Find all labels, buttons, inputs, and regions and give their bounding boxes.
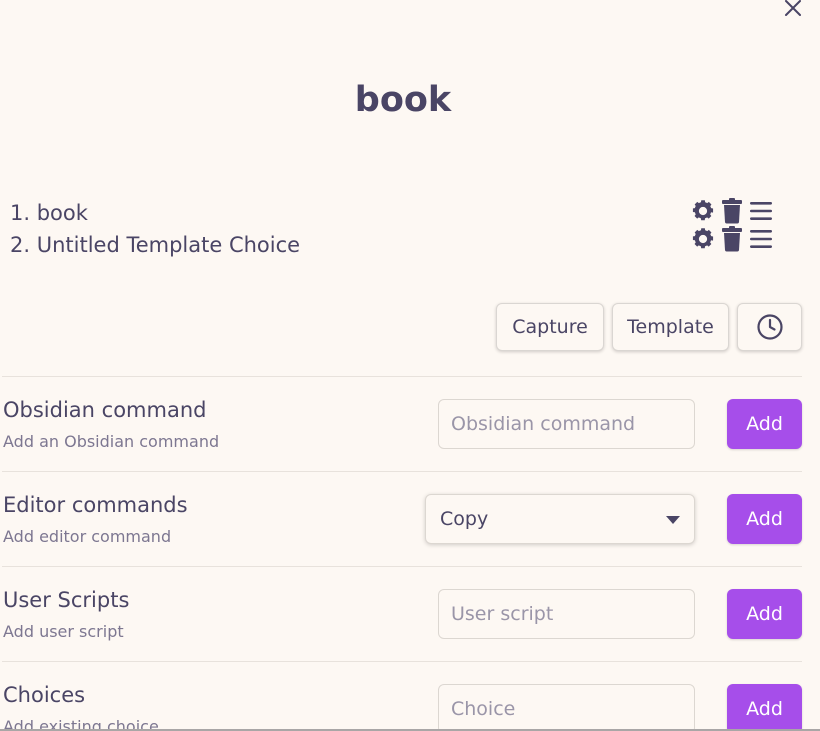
- add-choice-type-buttons: Capture Template: [496, 303, 802, 351]
- choice-input[interactable]: [438, 684, 695, 731]
- macro-command-actions: [688, 197, 775, 225]
- setting-choices: Choices Add existing choice Add: [2, 661, 802, 731]
- add-user-script-button[interactable]: Add: [727, 589, 802, 639]
- setting-description: Add editor command: [3, 527, 172, 546]
- setting-name: Obsidian command: [3, 398, 207, 422]
- setting-name: Editor commands: [3, 493, 188, 517]
- macro-command-item: 2. Untitled Template Choice: [10, 226, 780, 261]
- gear-icon[interactable]: [688, 225, 717, 253]
- capture-button[interactable]: Capture: [496, 303, 604, 351]
- close-icon: [785, 0, 801, 16]
- setting-description: Add user script: [3, 622, 124, 641]
- gear-icon[interactable]: [688, 197, 717, 225]
- macro-builder-modal: book 1. book 2. Untitled Template Choice…: [0, 0, 820, 731]
- editor-command-select[interactable]: Copy: [425, 494, 695, 544]
- clock-icon: [756, 314, 783, 340]
- setting-user-scripts: User Scripts Add user script Add: [2, 566, 802, 661]
- macro-command-actions: [688, 225, 775, 253]
- setting-editor-commands: Editor commands Add editor command Copy …: [2, 471, 802, 566]
- chevron-down-icon: [666, 516, 680, 524]
- template-button[interactable]: Template: [612, 303, 729, 351]
- user-script-input[interactable]: [438, 589, 695, 639]
- close-button[interactable]: [779, 0, 807, 22]
- drag-handle-icon[interactable]: [746, 197, 775, 225]
- setting-name: Choices: [3, 683, 86, 707]
- drag-handle-icon[interactable]: [746, 225, 775, 253]
- trash-icon[interactable]: [717, 197, 746, 225]
- macro-command-item: 1. book: [10, 197, 780, 229]
- trash-icon[interactable]: [717, 225, 746, 253]
- editor-command-selected-value: Copy: [440, 508, 489, 530]
- macro-command-list: 1. book 2. Untitled Template Choice: [10, 197, 780, 261]
- wait-button[interactable]: [737, 303, 802, 351]
- setting-description: Add an Obsidian command: [3, 432, 220, 451]
- modal-title: book: [354, 80, 452, 120]
- macro-command-label: 1. book: [10, 201, 88, 225]
- macro-command-label: 2. Untitled Template Choice: [10, 233, 301, 257]
- add-obsidian-command-button[interactable]: Add: [727, 399, 802, 449]
- setting-obsidian-command: Obsidian command Add an Obsidian command…: [2, 376, 802, 471]
- add-editor-command-button[interactable]: Add: [727, 494, 802, 544]
- settings-list: Obsidian command Add an Obsidian command…: [2, 376, 802, 731]
- obsidian-command-input[interactable]: [438, 399, 695, 449]
- setting-name: User Scripts: [3, 588, 130, 612]
- add-choice-button[interactable]: Add: [727, 684, 802, 731]
